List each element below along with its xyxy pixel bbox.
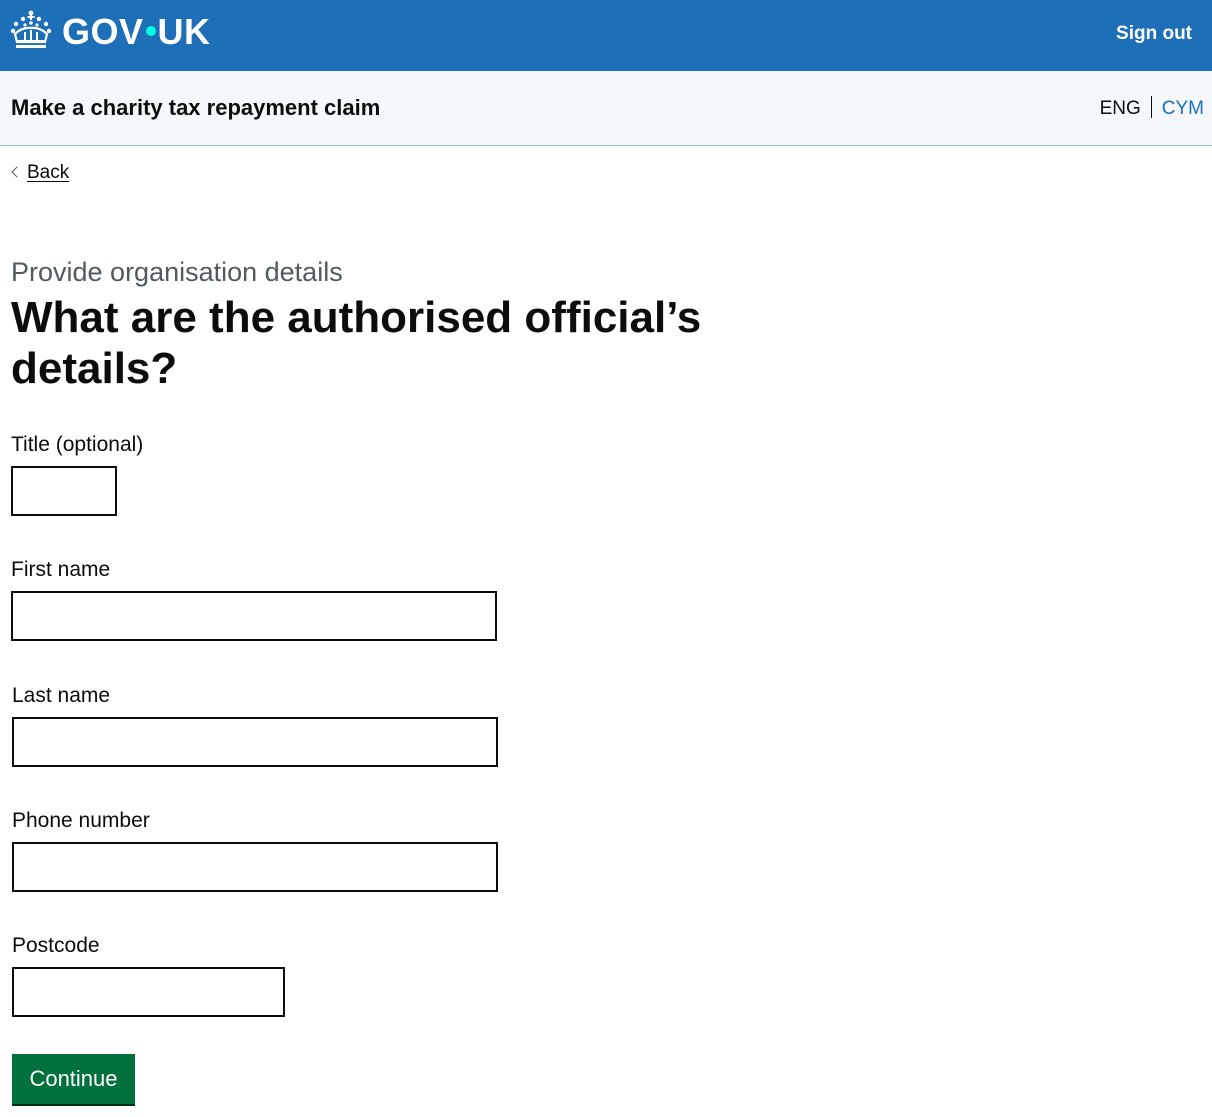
language-toggle: ENG CYM (1100, 95, 1204, 123)
last-name-label: Last name (12, 684, 111, 707)
first-name-label: First name (11, 558, 111, 581)
govuk-logo[interactable]: GOV UK (62, 10, 211, 54)
language-link-cym[interactable]: CYM (1162, 98, 1204, 119)
phone-number-input[interactable] (12, 842, 498, 892)
phone-number-label: Phone number (12, 809, 150, 832)
continue-button[interactable]: Continue (12, 1054, 135, 1104)
logo-text-uk: UK (157, 11, 211, 52)
back-link-label: Back (27, 162, 70, 183)
title-input[interactable] (11, 466, 117, 516)
logo-text-gov: GOV (62, 11, 144, 52)
page-heading: What are the authorised official’s detai… (11, 293, 702, 393)
last-name-input[interactable] (12, 717, 498, 767)
service-name[interactable]: Make a charity tax repayment claim (11, 93, 380, 123)
language-current-eng: ENG (1099, 98, 1141, 119)
govuk-header: GOV UK Sign out (0, 0, 1212, 71)
chevron-left-icon (11, 166, 23, 178)
language-separator (1150, 95, 1152, 118)
sign-out-link[interactable]: Sign out (1116, 20, 1192, 48)
back-link[interactable]: Back (11, 160, 69, 186)
logo-dot (145, 26, 156, 37)
page-caption: Provide organisation details (11, 257, 343, 287)
service-navigation: Make a charity tax repayment claim ENG CY… (0, 71, 1212, 146)
postcode-input[interactable] (12, 967, 285, 1017)
postcode-label: Postcode (12, 934, 100, 957)
title-label: Title (optional) (11, 433, 144, 456)
crown-icon (10, 10, 52, 48)
first-name-input[interactable] (11, 591, 497, 641)
